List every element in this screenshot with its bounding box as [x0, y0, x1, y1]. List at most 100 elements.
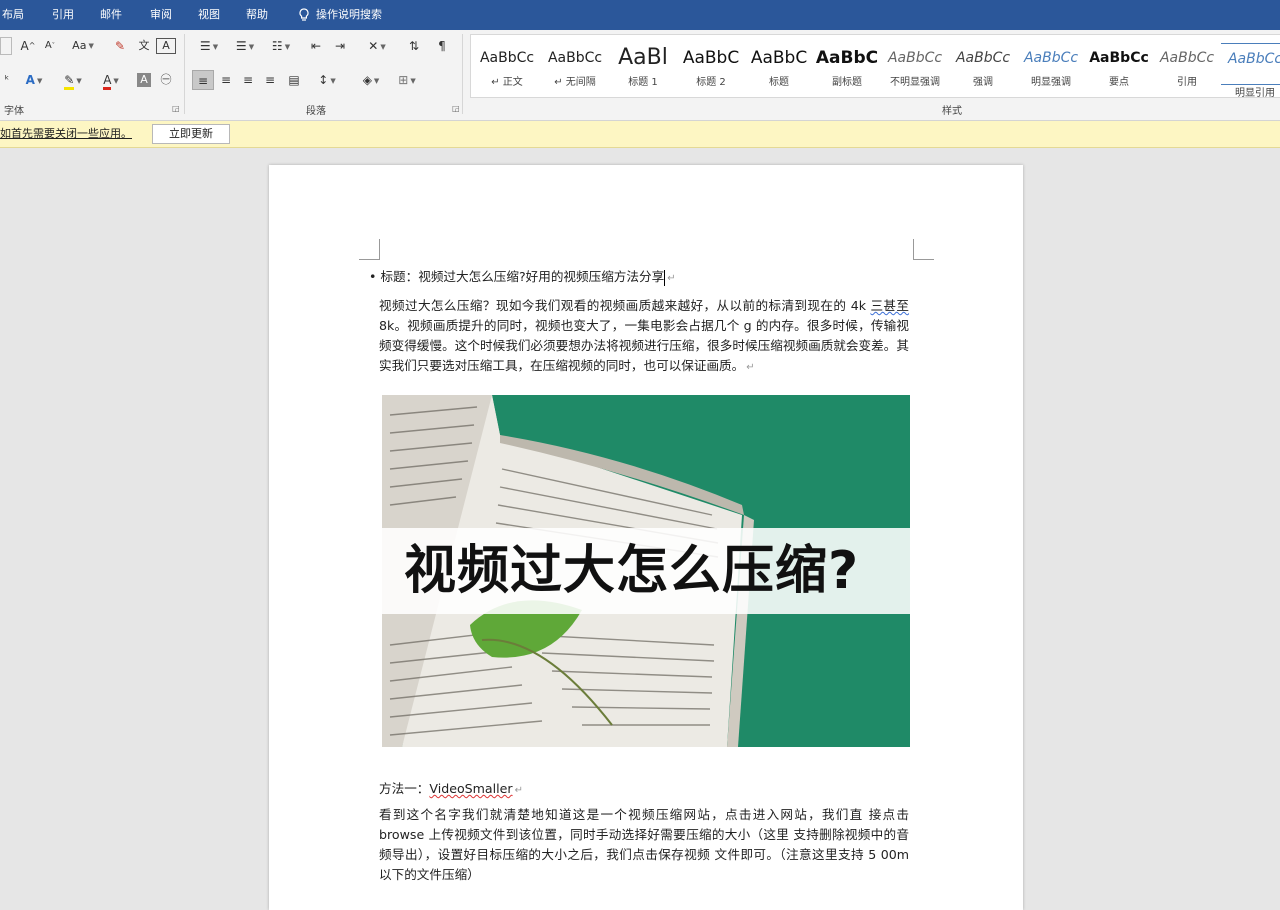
style-title[interactable]: AaBbC 标题: [745, 35, 813, 95]
bullet-marker: •: [369, 269, 377, 284]
decrease-indent-icon[interactable]: ⇤: [306, 36, 326, 56]
change-case-icon[interactable]: Aa ▼: [66, 36, 100, 56]
style-sample: AaBl: [618, 45, 668, 70]
font-size-box[interactable]: [0, 37, 12, 55]
style-sample: AaBbCc: [1089, 50, 1149, 66]
document-page[interactable]: • 标题：视频过大怎么压缩?好用的视频压缩方法分享 ↵ 视频过大怎么压缩？现如今我们…: [269, 165, 1023, 910]
style-sample: AaBbC: [815, 48, 879, 68]
spelling-flagged-text[interactable]: VideoSmaller: [429, 781, 512, 796]
show-marks-icon[interactable]: ¶: [432, 36, 452, 56]
method-label: 方法一：: [379, 781, 430, 796]
paragraph-dialog-launcher-icon[interactable]: ◲: [452, 104, 460, 113]
font-color-icon[interactable]: A ▼: [96, 70, 126, 90]
styles-gallery: AaBbCc ↵ 正文 AaBbCc ↵ 无间隔 AaBl 标题 1 AaBbC…: [470, 34, 1280, 99]
tab-layout[interactable]: 布局: [2, 0, 24, 30]
paragraph-group-label: 段落: [306, 106, 326, 117]
tab-review[interactable]: 审阅: [150, 0, 172, 30]
article-image[interactable]: 视频过大怎么压缩?: [382, 395, 910, 747]
asian-layout-icon[interactable]: ✕ ▼: [362, 36, 392, 56]
increase-indent-icon[interactable]: ⇥: [330, 36, 350, 56]
style-subtitle[interactable]: AaBbC 副标题: [813, 35, 881, 95]
para1-text-start: 视频过大怎么压缩？现如今我们观看的视频画质越来越好，从以前的标清到现在的 4k: [379, 298, 871, 313]
method-paragraph[interactable]: 看到这个名字我们就清楚地知道这是一个视频压缩网站，点击进入网站，我们直 接点击 …: [379, 805, 909, 885]
style-sample: AaBbC: [682, 48, 740, 68]
style-sample: AaBbC: [750, 48, 808, 68]
update-now-button[interactable]: 立即更新: [152, 124, 230, 144]
crop-mark-top-left: [359, 239, 380, 260]
update-message-text[interactable]: 如首先需要关闭一些应用。: [0, 121, 132, 147]
highlight-color-icon[interactable]: ✎ ▼: [58, 70, 88, 90]
text-cursor: [664, 269, 666, 286]
style-subtle-emphasis[interactable]: AaBbCc 不明显强调: [881, 35, 949, 95]
grow-font-icon[interactable]: A^: [18, 36, 38, 56]
style-name: 要点: [1109, 77, 1129, 88]
tab-mailings[interactable]: 邮件: [100, 0, 122, 30]
align-center-button[interactable]: ≡: [216, 70, 236, 90]
style-name: 标题 1: [628, 77, 658, 88]
heading-text: 标题：视频过大怎么压缩?好用的视频压缩方法分享: [380, 269, 665, 284]
borders-icon[interactable]: ⊞ ▼: [392, 70, 422, 90]
style-sample: AaBbCc: [479, 50, 535, 66]
image-title-banner: 视频过大怎么压缩?: [382, 528, 910, 614]
shading-icon[interactable]: ◈ ▼: [356, 70, 386, 90]
tab-help[interactable]: 帮助: [246, 0, 268, 30]
format-painter-partial-icon[interactable]: ᵏ: [0, 70, 14, 90]
font-group-label: 字体: [4, 106, 24, 117]
tab-references[interactable]: 引用: [52, 0, 74, 30]
styles-group-label: 样式: [942, 106, 962, 117]
image-title-text: 视频过大怎么压缩?: [404, 541, 860, 601]
bullets-icon[interactable]: ☰ ▼: [194, 36, 224, 56]
shrink-font-icon[interactable]: Aˇ: [40, 36, 60, 56]
clear-formatting-icon[interactable]: ✎: [110, 36, 130, 56]
style-sample: AaBbCc: [1023, 50, 1079, 66]
multilevel-list-icon[interactable]: ☷ ▼: [266, 36, 296, 56]
document-heading[interactable]: • 标题：视频过大怎么压缩?好用的视频压缩方法分享 ↵: [369, 267, 676, 289]
paragraph-mark: ↵: [746, 362, 755, 373]
style-name: 副标题: [832, 77, 862, 88]
group-separator: [462, 34, 463, 114]
intro-paragraph[interactable]: 视频过大怎么压缩？现如今我们观看的视频画质越来越好，从以前的标清到现在的 4k …: [379, 296, 909, 378]
tab-view[interactable]: 视图: [198, 0, 220, 30]
character-border-icon[interactable]: A: [156, 38, 176, 54]
sort-icon[interactable]: ⇅: [404, 36, 424, 56]
align-right-button[interactable]: ≡: [238, 70, 258, 90]
group-separator: [184, 34, 185, 114]
style-name: 明显强调: [1031, 77, 1071, 88]
justify-button[interactable]: ≡: [260, 70, 280, 90]
enclose-characters-icon[interactable]: ㊀: [156, 70, 176, 90]
text-effects-icon[interactable]: A ▼: [20, 70, 48, 90]
style-heading-2[interactable]: AaBbC 标题 2: [677, 35, 745, 95]
style-name: 明显引用: [1235, 88, 1275, 99]
method-heading[interactable]: 方法一：VideoSmaller ↵: [379, 779, 523, 801]
style-heading-1[interactable]: AaBl 标题 1: [609, 35, 677, 95]
align-left-button[interactable]: ≡: [192, 70, 214, 90]
update-message-bar: 如首先需要关闭一些应用。 立即更新: [0, 121, 1280, 148]
style-emphasis[interactable]: AaBbCc 强调: [949, 35, 1017, 95]
phonetic-guide-icon[interactable]: 文: [134, 36, 154, 56]
distributed-button[interactable]: ▤: [284, 70, 304, 90]
style-quote[interactable]: AaBbCc 引用: [1153, 35, 1221, 95]
style-name: 引用: [1177, 77, 1197, 88]
style-no-spacing[interactable]: AaBbCc ↵ 无间隔: [541, 35, 609, 95]
style-sample: AaBbCc: [955, 50, 1011, 66]
tell-me-search[interactable]: 操作说明搜索: [298, 0, 382, 30]
style-normal[interactable]: AaBbCc ↵ 正文: [473, 35, 541, 95]
line-spacing-icon[interactable]: ↕ ▼: [312, 70, 342, 90]
character-shading-icon[interactable]: A: [137, 73, 151, 87]
font-dialog-launcher-icon[interactable]: ◲: [172, 104, 180, 113]
crop-mark-top-right: [913, 239, 934, 260]
para1-text-end: 8k。视频画质提升的同时，视频也变大了，一集电影会占据几个 g 的内存。很多时候…: [379, 318, 909, 373]
grammar-flagged-text[interactable]: 三甚至: [870, 298, 909, 313]
style-intense-emphasis[interactable]: AaBbCc 明显强调: [1017, 35, 1085, 95]
ribbon: A^ Aˇ Aa ▼ ✎ 文 A ᵏ A ▼ ✎ ▼ A ▼ A ㊀ 字体 ◲ ☰ ▼ ☰…: [0, 30, 1280, 121]
style-name: 标题 2: [696, 77, 726, 88]
paragraph-mark: ↵: [514, 785, 523, 796]
style-name: 强调: [973, 77, 993, 88]
style-sample: AaBbCc: [887, 50, 943, 66]
paragraph-mark: ↵: [667, 273, 676, 284]
numbering-icon[interactable]: ☰ ▼: [230, 36, 260, 56]
style-intense-quote[interactable]: AaBbCc 明显引用: [1221, 43, 1280, 99]
style-name: ↵ 无间隔: [554, 77, 596, 88]
ribbon-tab-bar: 布局 引用 邮件 审阅 视图 帮助 操作说明搜索: [0, 0, 1280, 30]
style-strong[interactable]: AaBbCc 要点: [1085, 35, 1153, 95]
